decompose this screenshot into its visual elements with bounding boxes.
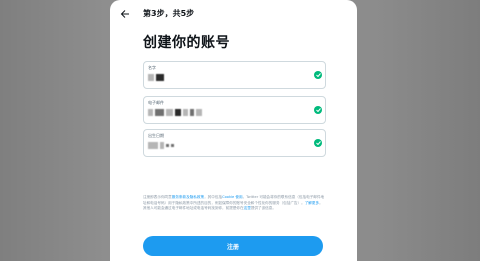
terms-link[interactable]: 服务条款及隐私政策 <box>172 195 204 199</box>
name-field-label: 名字 <box>148 65 156 70</box>
valid-check-icon <box>314 139 322 147</box>
birthdate-field[interactable]: 出生日期 <box>143 129 326 157</box>
email-field[interactable]: 电子邮件 <box>143 96 326 124</box>
dialog-header: 第3步，共5步 <box>110 0 357 28</box>
signup-button[interactable]: 注册 <box>143 236 323 256</box>
name-field[interactable]: 名字 <box>143 61 326 89</box>
page-title: 创建你的账号 <box>143 35 230 51</box>
email-field-label: 电子邮件 <box>148 100 164 105</box>
legal-text: ，其中包括 <box>204 195 223 199</box>
settings-link[interactable]: 这里 <box>244 206 251 210</box>
step-indicator: 第3步，共5步 <box>143 9 195 18</box>
learn-more-link[interactable]: 了解更多 <box>305 201 319 205</box>
legal-text: 提供了该信息。 <box>250 206 276 210</box>
signup-dialog: 第3步，共5步 创建你的账号 名字 电子邮件 出生日期 注册即表示你同意服务条款… <box>110 0 357 261</box>
email-field-value-redacted <box>148 108 202 117</box>
birthdate-field-value-redacted <box>148 141 174 150</box>
legal-text: 注册即表示你同意 <box>143 195 172 199</box>
birthdate-field-label: 出生日期 <box>148 133 164 138</box>
back-button[interactable] <box>116 5 134 23</box>
legal-notice: 注册即表示你同意服务条款及隐私政策，其中包括Cookie 使用。Twitter … <box>143 195 325 212</box>
valid-check-icon <box>314 71 322 79</box>
arrow-left-icon <box>120 10 129 18</box>
valid-check-icon <box>314 106 322 114</box>
name-field-value-redacted <box>148 73 164 82</box>
cookie-link[interactable]: Cookie 使用 <box>222 195 243 199</box>
